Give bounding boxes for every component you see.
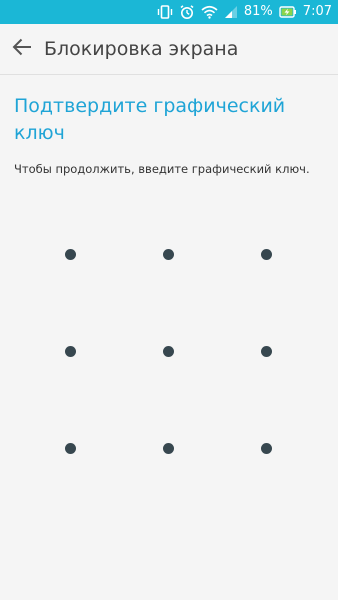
- pattern-dot-7[interactable]: [65, 443, 76, 454]
- pattern-confirm-screen: Подтвердите графический ключ Чтобы продо…: [0, 75, 338, 600]
- arrow-back-icon: [12, 38, 32, 60]
- clock: 7:07: [302, 4, 332, 19]
- back-button[interactable]: [8, 35, 36, 63]
- battery-charging-icon: [279, 5, 297, 19]
- wifi-icon: [201, 5, 218, 19]
- status-icons: 81% 7:07: [157, 0, 332, 24]
- pattern-lock-grid[interactable]: [0, 75, 338, 600]
- pattern-dot-5[interactable]: [163, 346, 174, 357]
- pattern-dot-8[interactable]: [163, 443, 174, 454]
- battery-percent: 81%: [243, 4, 273, 19]
- pattern-dot-1[interactable]: [65, 249, 76, 260]
- vibrate-icon: [157, 5, 173, 19]
- signal-icon: [224, 5, 238, 19]
- pattern-dot-9[interactable]: [261, 443, 272, 454]
- pattern-dot-4[interactable]: [65, 346, 76, 357]
- pattern-dot-2[interactable]: [163, 249, 174, 260]
- status-bar: 81% 7:07: [0, 0, 338, 24]
- alarm-icon: [179, 4, 195, 20]
- pattern-dot-6[interactable]: [261, 346, 272, 357]
- toolbar: Блокировка экрана: [0, 24, 338, 75]
- page-title: Блокировка экрана: [44, 38, 239, 60]
- pattern-dot-3[interactable]: [261, 249, 272, 260]
